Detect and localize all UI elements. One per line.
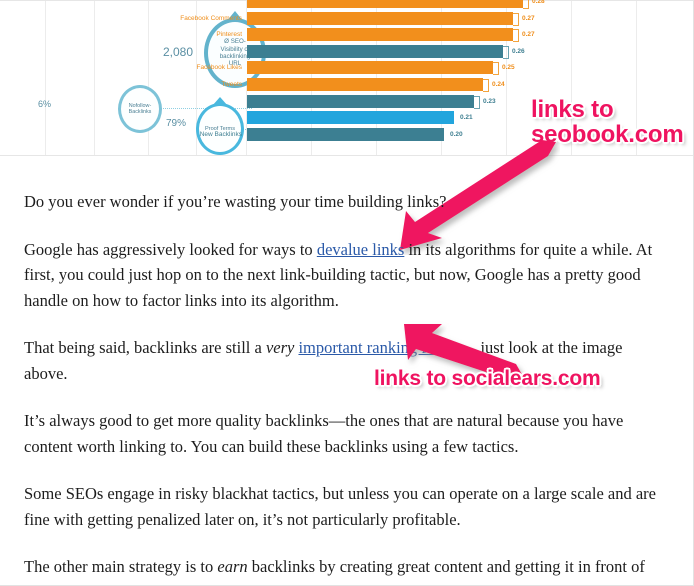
chart-bar-value: 0.24 — [492, 81, 505, 88]
chart-bar-row: Facebook Comments 0.27 — [0, 11, 693, 27]
chart-bar — [247, 11, 513, 25]
chart-bar-value: 0.27 — [522, 14, 535, 22]
chart-bar-value: 0.28 — [532, 0, 545, 5]
link-devalue-links[interactable]: devalue links — [317, 240, 405, 259]
chart-bar — [247, 111, 454, 125]
paragraph-6-text-a: The other main strategy is to — [24, 557, 218, 576]
chart-bar — [247, 44, 503, 58]
chart-bar — [247, 61, 493, 75]
chart-bar — [247, 28, 513, 42]
annotation-seobook: links to seobook.com — [531, 97, 684, 147]
chart-bar — [247, 0, 523, 8]
chart-bar-value: 0.25 — [502, 64, 515, 72]
chart-bar-bracket — [474, 95, 480, 109]
chart-bar-row: 0.26 — [0, 44, 693, 60]
infographic-image[interactable]: Nofollow- Backlinks Ø SEO- Visibility of… — [0, 0, 693, 156]
page-root: Nofollow- Backlinks Ø SEO- Visibility of… — [0, 0, 694, 586]
link-important-ranking-factor[interactable]: important ranking factor — [298, 338, 459, 357]
paragraph-3-text-a: That being said, backlinks are still a — [24, 338, 266, 357]
chart-bar-value: 0.21 — [460, 114, 473, 122]
chart-bar-row: Pinterest 0.27 — [0, 27, 693, 43]
chart-bar-row: Facebook Likes 0.25 — [0, 60, 693, 76]
annotation-socialears-text: links to socialears.com — [374, 367, 601, 390]
chart-bar-value: 0.23 — [483, 97, 496, 105]
annotation-socialears: links to socialears.com — [374, 368, 601, 390]
chart-bar-label: Tweets — [221, 81, 242, 88]
chart-bar-bracket — [483, 79, 489, 92]
chart-bar-label: Facebook Likes — [196, 64, 242, 72]
paragraph-5: Some SEOs engage in risky blackhat tacti… — [0, 481, 693, 532]
chart-bar-value: 0.26 — [512, 47, 525, 55]
chart-bar — [247, 127, 444, 141]
chart-bar-label: New Backlinks — [199, 130, 242, 138]
paragraph-2-text-a: Google has aggressively looked for ways … — [24, 239, 317, 259]
paragraph-1: Do you ever wonder if you’re wasting you… — [0, 189, 693, 215]
chart-bar-bracket — [503, 45, 509, 59]
paragraph-6-emphasis-earn: earn — [217, 557, 248, 576]
chart-bar-bracket — [513, 29, 519, 43]
chart-bar-bracket — [523, 0, 529, 9]
chart-bar-row: 0.28 — [0, 0, 693, 10]
chart-bar — [247, 94, 474, 108]
chart-bar — [247, 78, 483, 91]
annotation-seobook-line2: seobook.com — [531, 121, 684, 148]
paragraph-2: Google has aggressively looked for ways … — [0, 237, 693, 314]
chart-bar-label: Pinterest — [216, 31, 242, 39]
chart-bar-row: Tweets 0.24 — [0, 77, 693, 93]
paragraph-3-emphasis-very: very — [265, 338, 295, 357]
paragraph-1-text: Do you ever wonder if you’re wasting you… — [24, 192, 447, 211]
annotation-seobook-line1: links to — [531, 96, 614, 123]
chart-bar-value: 0.20 — [450, 130, 463, 138]
paragraph-4: It’s always good to get more quality bac… — [0, 408, 693, 459]
paragraph-5-text: Some SEOs engage in risky blackhat tacti… — [24, 484, 656, 529]
chart-bar-bracket — [493, 62, 499, 76]
paragraph-6: The other main strategy is to earn backl… — [0, 554, 693, 585]
chart-bar-label: Facebook Comments — [180, 14, 242, 22]
paragraph-4-text: It’s always good to get more quality bac… — [24, 411, 624, 456]
chart-bar-bracket — [513, 12, 519, 26]
chart-bar-value: 0.27 — [522, 31, 535, 39]
